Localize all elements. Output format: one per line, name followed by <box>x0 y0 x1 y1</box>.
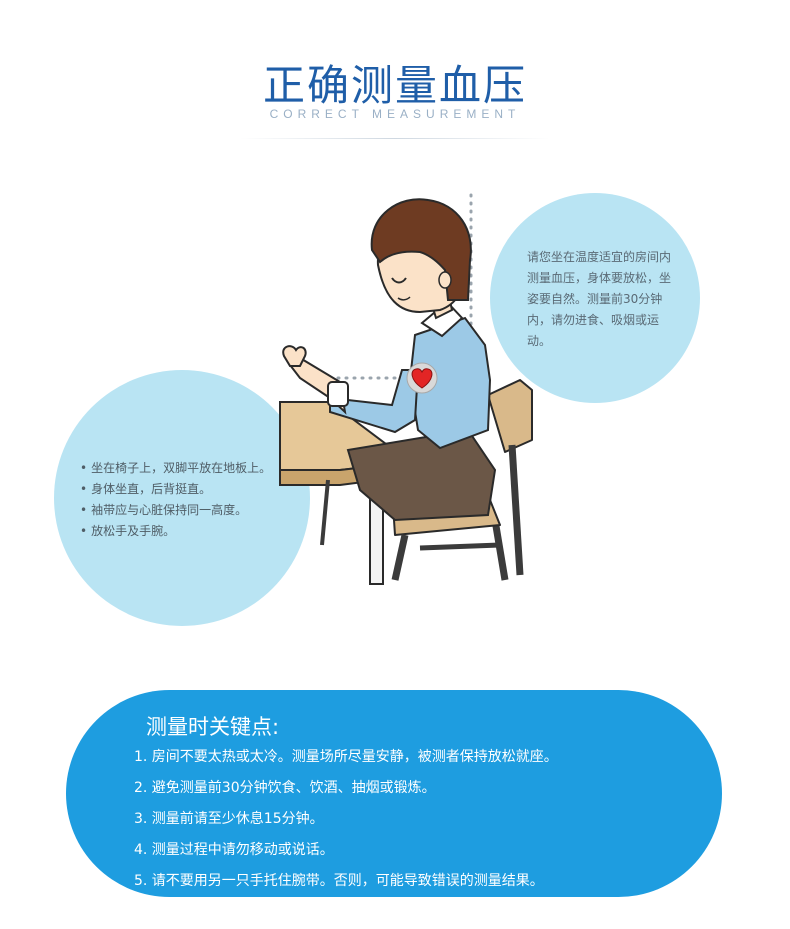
list-item: 2. 避免测量前30分钟饮食、饮酒、抽烟或锻炼。 <box>134 780 436 796</box>
bubble-right-text: 请您坐在温度适宜的房间内测量血压，身体要放松，坐姿要自然。测量前30分钟内，请勿… <box>527 250 672 348</box>
key-points-title: 测量时关键点: <box>146 715 280 739</box>
list-item: 5. 请不要用另一只手托住腕带。否则，可能导致错误的测量结果。 <box>134 873 544 889</box>
list-item: 1. 房间不要太热或太冷。测量场所尽量安静，被测者保持放松就座。 <box>134 749 558 765</box>
wrist-cuff <box>327 381 349 407</box>
list-item: 坐在椅子上，双脚平放在地板上。 <box>80 458 300 479</box>
list-item: 3. 测量前请至少休息15分钟。 <box>134 811 324 827</box>
head <box>370 198 472 314</box>
key-points-list: 1. 房间不要太热或太冷。测量场所尽量安静，被测者保持放松就座。 2. 避免测量… <box>134 747 558 902</box>
list-item: 放松手及手腕。 <box>80 521 300 542</box>
list-item: 袖带应与心脏保持同一高度。 <box>80 500 300 521</box>
bubble-left-list: 坐在椅子上，双脚平放在地板上。 身体坐直，后背挺直。 袖带应与心脏保持同一高度。… <box>80 458 300 542</box>
list-item: 4. 测量过程中请勿移动或说话。 <box>134 842 334 858</box>
hand <box>282 345 307 367</box>
list-item: 身体坐直，后背挺直。 <box>80 479 300 500</box>
heart-icon <box>406 362 438 394</box>
